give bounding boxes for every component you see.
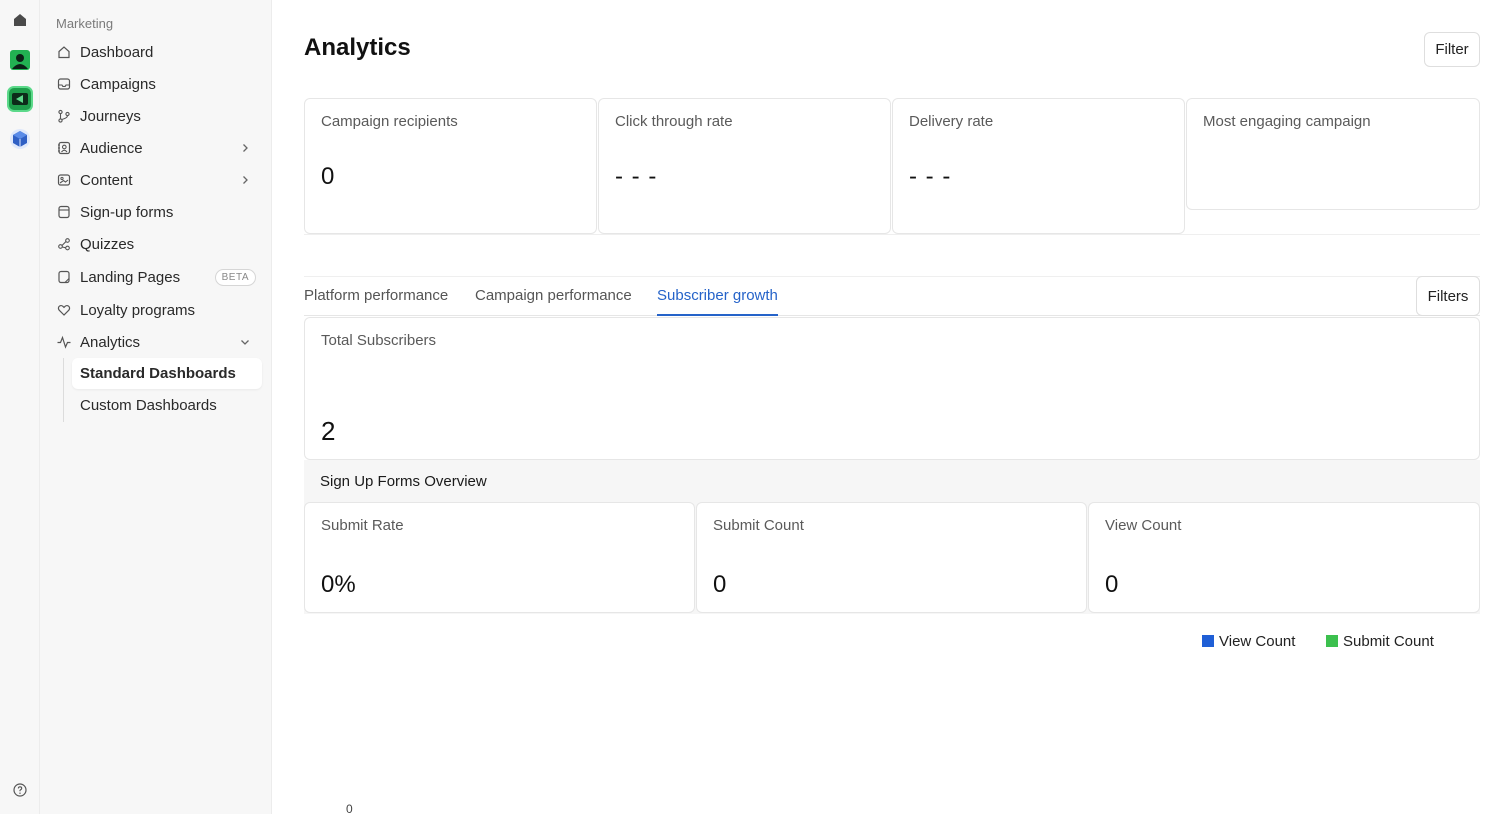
kpi-card-click-through-rate: Click through rate - - -	[598, 98, 891, 234]
quiz-icon	[56, 236, 72, 252]
tab-campaign-performance[interactable]: Campaign performance	[475, 287, 632, 314]
home-icon	[56, 44, 72, 60]
kpi-label: Delivery rate	[909, 113, 994, 130]
sidebar-item-label: Quizzes	[80, 235, 135, 253]
submit-rate-card: Submit Rate 0%	[304, 502, 695, 613]
kpi-label: Most engaging campaign	[1203, 113, 1371, 130]
contact-app-icon[interactable]	[7, 47, 33, 73]
sidebar-item-audience[interactable]: Audience	[48, 133, 264, 163]
signup-forms-title: Sign Up Forms Overview	[320, 473, 487, 490]
marketing-app-icon[interactable]	[7, 86, 33, 112]
sidebar-item-label: Content	[80, 171, 133, 189]
inbox-icon	[56, 76, 72, 92]
filters-button[interactable]: Filters	[1416, 276, 1480, 316]
home-icon[interactable]	[7, 7, 33, 33]
sidebar-subitem-custom-dashboards[interactable]: Custom Dashboards	[72, 390, 262, 421]
sidebar-item-quizzes[interactable]: Quizzes	[48, 229, 264, 259]
legend-label: Submit Count	[1343, 632, 1434, 650]
view-count-label: View Count	[1105, 517, 1182, 534]
kpi-value: 0	[321, 163, 336, 190]
kpi-card-campaign-recipients: Campaign recipients 0	[304, 98, 597, 234]
kpi-label: Campaign recipients	[321, 113, 458, 130]
submit-count-label: Submit Count	[713, 517, 804, 534]
dashboard-tabs: Platform performance Campaign performanc…	[304, 276, 1480, 316]
kpi-label: Click through rate	[615, 113, 733, 130]
app-rail	[0, 0, 40, 814]
legend-swatch	[1326, 635, 1338, 647]
sidebar-item-landing-pages[interactable]: Landing Pages BETA	[48, 262, 264, 292]
page-icon	[56, 269, 72, 285]
chevron-right-icon	[238, 141, 252, 155]
y-axis-tick-label: 0	[346, 802, 353, 814]
legend-item-submit-count[interactable]: Submit Count	[1326, 630, 1434, 652]
view-count-card: View Count 0	[1088, 502, 1480, 613]
kpi-value: - - -	[615, 163, 658, 190]
sidebar-item-journeys[interactable]: Journeys	[48, 101, 264, 131]
sidebar-item-label: Sign-up forms	[80, 203, 174, 221]
sidebar-subitem-label: Standard Dashboards	[80, 365, 236, 382]
sidebar: Marketing Dashboard Campaigns Journeys A…	[40, 0, 272, 814]
heart-icon	[56, 302, 72, 318]
signup-forms-overview: Sign Up Forms Overview Submit Rate 0% Su…	[304, 460, 1480, 614]
submit-rate-label: Submit Rate	[321, 517, 404, 534]
sidebar-item-label: Landing Pages	[80, 268, 181, 286]
sidebar-item-signup-forms[interactable]: Sign-up forms	[48, 197, 264, 227]
page-title: Analytics	[304, 34, 411, 61]
sidebar-item-loyalty-programs[interactable]: Loyalty programs	[48, 295, 264, 325]
submit-count-card: Submit Count 0	[696, 502, 1087, 613]
sidebar-item-label: Dashboard	[80, 43, 154, 61]
sidebar-item-label: Analytics	[80, 333, 141, 351]
kpi-card-most-engaging-campaign: Most engaging campaign	[1186, 98, 1480, 210]
filter-button[interactable]: Filter	[1424, 32, 1480, 67]
sidebar-item-label: Audience	[80, 139, 143, 157]
legend-item-view-count[interactable]: View Count	[1202, 630, 1295, 652]
help-icon[interactable]	[7, 777, 33, 803]
total-subscribers-card: Total Subscribers 2	[304, 317, 1480, 460]
chevron-right-icon	[238, 173, 252, 187]
tab-subscriber-growth[interactable]: Subscriber growth	[657, 287, 778, 316]
legend-label: View Count	[1219, 632, 1296, 650]
sidebar-item-campaigns[interactable]: Campaigns	[48, 69, 264, 99]
sidebar-item-label: Campaigns	[80, 75, 156, 93]
branch-icon	[56, 108, 72, 124]
chevron-down-icon	[238, 335, 252, 349]
sidebar-item-dashboard[interactable]: Dashboard	[48, 37, 264, 67]
view-count-value: 0	[1105, 571, 1119, 598]
contacts-icon	[56, 140, 72, 156]
kpi-value: - - -	[909, 163, 952, 190]
legend-swatch	[1202, 635, 1214, 647]
submit-count-value: 0	[713, 571, 727, 598]
sidebar-section-label: Marketing	[56, 16, 114, 31]
sidebar-subitem-standard-dashboards[interactable]: Standard Dashboards	[72, 358, 262, 389]
sidebar-item-label: Journeys	[80, 107, 141, 125]
beta-badge: BETA	[214, 269, 256, 286]
sidebar-item-label: Loyalty programs	[80, 301, 196, 319]
total-subscribers-value: 2	[321, 416, 336, 446]
image-icon	[56, 172, 72, 188]
section-divider	[304, 234, 1480, 235]
sidebar-item-analytics[interactable]: Analytics	[48, 327, 264, 357]
sidebar-item-content[interactable]: Content	[48, 165, 264, 195]
submit-rate-value: 0%	[321, 571, 356, 598]
total-subscribers-label: Total Subscribers	[321, 332, 437, 349]
submenu-divider	[63, 358, 64, 422]
kpi-card-delivery-rate: Delivery rate - - -	[892, 98, 1185, 234]
sidebar-subitem-label: Custom Dashboards	[80, 397, 217, 414]
form-icon	[56, 204, 72, 220]
activity-icon	[56, 334, 72, 350]
tab-platform-performance[interactable]: Platform performance	[304, 287, 448, 314]
cube-app-icon[interactable]	[7, 126, 33, 152]
